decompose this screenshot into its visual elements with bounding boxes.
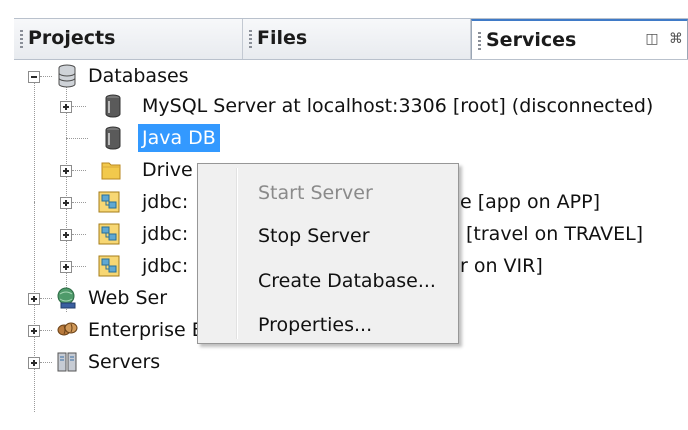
tree-connector: [66, 138, 88, 140]
expand-icon[interactable]: [28, 293, 40, 305]
web-services-icon: [57, 287, 76, 309]
tree-node-label: jdbc:: [142, 255, 189, 277]
tree-connector: [72, 202, 86, 204]
tab-bar: Projects Files Services ◫ ⌘: [14, 18, 688, 60]
tree-node-java-db[interactable]: Java DB: [0, 122, 688, 154]
context-menu: Start Server Stop Server Create Database…: [197, 163, 459, 344]
tree-node-label: Servers: [88, 351, 161, 373]
servers-icon: [57, 352, 77, 372]
tree-connector: [72, 170, 86, 172]
tab-label: Services: [486, 29, 577, 51]
expand-icon[interactable]: [60, 101, 72, 113]
services-window: Projects Files Services ◫ ⌘ Databases My…: [0, 0, 688, 430]
tree-node-label-tail: r on VIR]: [460, 255, 543, 277]
tree-node-label-tail: e [app on APP]: [460, 191, 600, 213]
drag-grip-icon: [249, 30, 252, 48]
tree-node-label: Drive: [142, 159, 193, 181]
tree-node-label: Web Ser: [88, 287, 168, 309]
tree-connector: [40, 76, 52, 78]
minimize-window-icon[interactable]: ◫: [645, 31, 658, 47]
folder-icon: [101, 162, 121, 180]
menu-item-stop-server[interactable]: Stop Server: [258, 221, 370, 251]
drag-grip-icon: [20, 30, 23, 48]
tree-node-label: MySQL Server at localhost:3306 [root] (d…: [142, 95, 654, 117]
expand-icon[interactable]: [60, 229, 72, 241]
expand-icon[interactable]: [28, 357, 40, 369]
menu-item-properties[interactable]: Properties...: [258, 310, 372, 340]
tree-node-mysql-server[interactable]: MySQL Server at localhost:3306 [root] (d…: [0, 90, 688, 122]
expand-icon[interactable]: [60, 261, 72, 273]
menu-item-create-database[interactable]: Create Database...: [258, 266, 436, 296]
tree-connector: [72, 266, 86, 268]
tree-node-label: Java DB: [138, 124, 220, 152]
tab-services[interactable]: Services ◫ ⌘: [471, 19, 688, 59]
database-server-icon: [105, 126, 121, 150]
tree-node-label: jdbc:: [142, 223, 189, 245]
expand-icon[interactable]: [60, 165, 72, 177]
tree-connector: [72, 234, 86, 236]
tree-connector: [40, 330, 52, 332]
expand-icon[interactable]: [28, 325, 40, 337]
tree-node-databases[interactable]: Databases: [0, 60, 688, 92]
database-icon: [58, 64, 76, 88]
tree-connector: [40, 362, 52, 364]
connection-icon: [98, 255, 120, 277]
close-icon[interactable]: ⌘: [669, 31, 683, 47]
tree-connector: [72, 106, 86, 108]
drag-grip-icon: [478, 32, 481, 50]
tree-node-servers[interactable]: Servers: [0, 346, 688, 378]
tree-node-label-tail: [travel on TRAVEL]: [466, 223, 644, 245]
connection-icon: [98, 191, 120, 213]
tree-connector: [40, 298, 52, 300]
connection-icon: [98, 223, 120, 245]
tree-node-label: Databases: [88, 65, 189, 87]
tree-node-label: jdbc:: [142, 191, 189, 213]
menu-item-start-server[interactable]: Start Server: [258, 178, 373, 208]
collapse-icon[interactable]: [28, 71, 40, 83]
tab-label: Projects: [28, 27, 116, 49]
tab-projects[interactable]: Projects: [14, 19, 243, 59]
expand-icon[interactable]: [60, 197, 72, 209]
tab-tools: ◫ ⌘: [639, 31, 683, 47]
database-server-icon: [105, 94, 121, 118]
tab-label: Files: [257, 27, 308, 49]
menu-gutter: [236, 168, 238, 339]
tab-files[interactable]: Files: [243, 19, 471, 59]
beans-icon: [57, 322, 78, 336]
